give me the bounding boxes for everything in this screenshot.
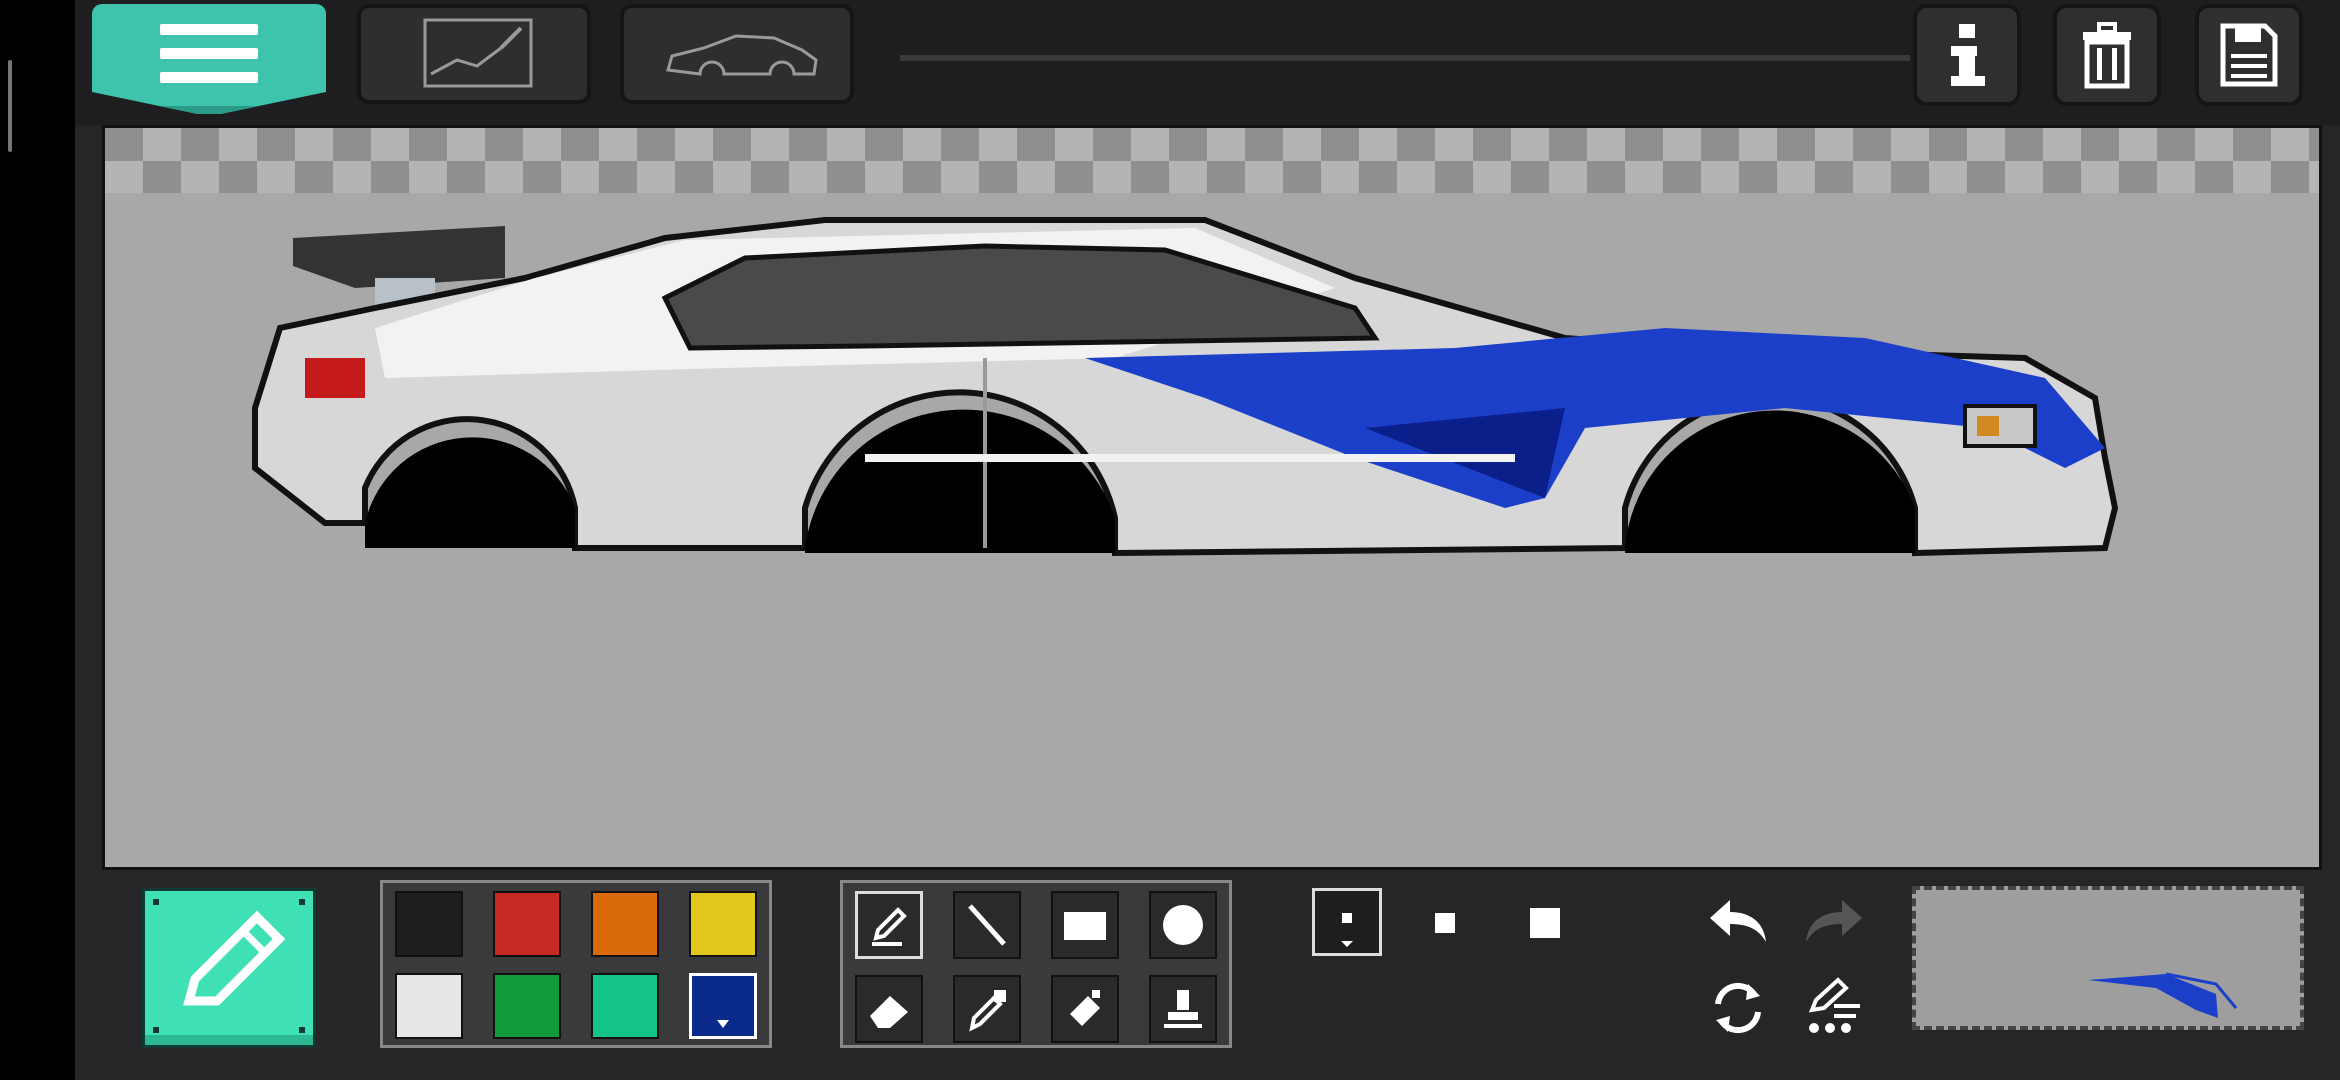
car-outline-icon — [666, 34, 818, 76]
brush-settings-icon[interactable] — [1804, 976, 1866, 1038]
stamp-icon — [1164, 990, 1202, 1028]
info-button[interactable] — [1913, 4, 2021, 106]
swatch-red[interactable] — [493, 891, 561, 957]
car-template-tab[interactable] — [620, 4, 854, 104]
tool-stamp[interactable] — [1149, 975, 1217, 1043]
drawing-canvas[interactable] — [102, 125, 2322, 870]
left-edge — [0, 0, 75, 1080]
swatch-yellow[interactable] — [689, 891, 757, 957]
pencil-icon — [872, 907, 907, 946]
toolbar-divider — [900, 55, 1910, 61]
tool-grid — [840, 880, 1232, 1048]
sketch-tab[interactable] — [357, 4, 591, 104]
rectangle-icon — [1064, 912, 1106, 940]
selected-indicator-icon — [717, 1020, 729, 1028]
swatch-black[interactable] — [395, 891, 463, 957]
swatch-teal[interactable] — [591, 973, 659, 1039]
hamburger-icon — [160, 24, 258, 96]
spray-can-icon — [1070, 990, 1100, 1026]
eyedropper-icon — [969, 990, 1006, 1032]
menu-button[interactable] — [92, 4, 326, 114]
save-button[interactable] — [2195, 4, 2303, 106]
pencil-mode-button[interactable] — [142, 888, 316, 1048]
swatch-orange[interactable] — [591, 891, 659, 957]
tool-pencil[interactable] — [855, 891, 923, 959]
delete-button[interactable] — [2053, 4, 2161, 106]
left-edge-bar — [8, 60, 12, 152]
redo-icon[interactable] — [1802, 896, 1866, 948]
rotate-icon[interactable] — [1708, 978, 1768, 1038]
pencil-icon — [153, 899, 305, 1033]
color-palette — [380, 880, 772, 1048]
brush-size-large[interactable] — [1530, 908, 1560, 938]
info-icon — [1951, 24, 1985, 86]
save-icon — [2220, 23, 2278, 87]
swatch-white[interactable] — [395, 973, 463, 1039]
tool-line[interactable] — [953, 891, 1021, 959]
eraser-icon — [870, 996, 908, 1028]
selected-indicator-icon — [1341, 941, 1353, 947]
tool-rectangle[interactable] — [1051, 891, 1119, 959]
preview-artwork — [2088, 972, 2238, 1018]
tool-eraser[interactable] — [855, 975, 923, 1043]
tool-circle[interactable] — [1149, 891, 1217, 959]
tool-spray[interactable] — [1051, 975, 1119, 1043]
brush-size-small[interactable] — [1312, 888, 1382, 956]
trash-icon — [2083, 22, 2131, 89]
swatch-blue-selected[interactable] — [689, 973, 757, 1039]
car-artwork — [252, 217, 2119, 557]
line-icon — [968, 904, 1006, 946]
undo-icon[interactable] — [1706, 896, 1770, 948]
swatch-green[interactable] — [493, 973, 561, 1039]
preview-thumbnail[interactable] — [1912, 886, 2304, 1030]
circle-icon — [1163, 905, 1203, 945]
brush-size-medium[interactable] — [1435, 913, 1455, 933]
sketch-tab-icon — [423, 18, 533, 88]
tool-eyedropper[interactable] — [953, 975, 1021, 1043]
